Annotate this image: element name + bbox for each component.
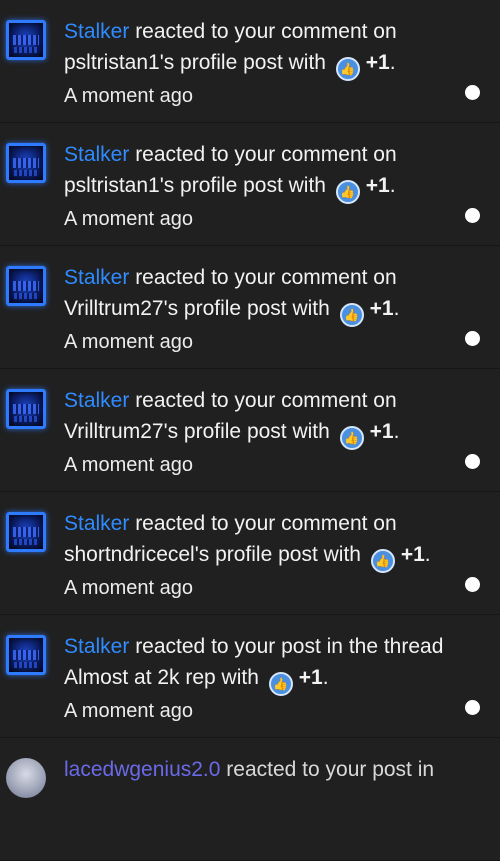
like-thumb-icon: 👍 bbox=[339, 303, 364, 327]
notification-item[interactable]: lacedwgenius2.0 reacted to your post in bbox=[0, 738, 500, 861]
like-thumb-icon: 👍 bbox=[335, 180, 360, 204]
timestamp: A moment ago bbox=[64, 331, 193, 353]
notification-text: Stalker ˈ reacted to your comment on shor… bbox=[64, 508, 480, 603]
reaction-label: +1 bbox=[298, 666, 323, 689]
username-link[interactable]: Stalker ˈ bbox=[64, 143, 129, 166]
notification-text: Stalker ˈ reacted to your comment on Vril… bbox=[64, 385, 480, 480]
timestamp: A moment ago bbox=[64, 700, 193, 722]
like-thumb-icon: 👍 bbox=[370, 549, 395, 573]
unread-indicator[interactable] bbox=[465, 454, 480, 469]
unread-indicator[interactable] bbox=[465, 577, 480, 592]
username-link[interactable]: Stalker ˈ bbox=[64, 512, 129, 535]
notification-item[interactable]: Stalker ˈ reacted to your comment on Vril… bbox=[0, 246, 500, 369]
username-link[interactable]: lacedwgenius2.0 bbox=[64, 758, 220, 781]
timestamp: A moment ago bbox=[64, 208, 193, 230]
reaction-label: +1 bbox=[365, 174, 390, 197]
reaction-label: +1 bbox=[369, 297, 394, 320]
like-thumb-icon: 👍 bbox=[268, 672, 293, 696]
unread-indicator[interactable] bbox=[465, 208, 480, 223]
timestamp: A moment ago bbox=[64, 577, 193, 599]
username-link[interactable]: Stalker ˈ bbox=[64, 20, 129, 43]
avatar[interactable] bbox=[6, 389, 46, 429]
reaction-label: +1 bbox=[400, 543, 425, 566]
username-link[interactable]: Stalker ˈ bbox=[64, 635, 129, 658]
notification-text: Stalker ˈ reacted to your comment on Vril… bbox=[64, 262, 480, 357]
avatar[interactable] bbox=[6, 512, 46, 552]
avatar[interactable] bbox=[6, 266, 46, 306]
notification-item[interactable]: Stalker ˈ reacted to your comment on shor… bbox=[0, 492, 500, 615]
notification-list: Stalker ˈ reacted to your comment on pslt… bbox=[0, 0, 500, 861]
timestamp: A moment ago bbox=[64, 85, 193, 107]
notification-item[interactable]: Stalker ˈ reacted to your post in the thr… bbox=[0, 615, 500, 738]
like-thumb-icon: 👍 bbox=[339, 426, 364, 450]
avatar[interactable] bbox=[6, 758, 46, 798]
like-thumb-icon: 👍 bbox=[335, 57, 360, 81]
notification-item[interactable]: Stalker ˈ reacted to your comment on Vril… bbox=[0, 369, 500, 492]
reaction-label: +1 bbox=[365, 51, 390, 74]
reaction-label: +1 bbox=[369, 420, 394, 443]
username-link[interactable]: Stalker ˈ bbox=[64, 266, 129, 289]
unread-indicator[interactable] bbox=[465, 85, 480, 100]
avatar[interactable] bbox=[6, 20, 46, 60]
notification-item[interactable]: Stalker ˈ reacted to your comment on pslt… bbox=[0, 123, 500, 246]
unread-indicator[interactable] bbox=[465, 331, 480, 346]
notification-text: Stalker ˈ reacted to your post in the thr… bbox=[64, 631, 480, 726]
notification-item[interactable]: Stalker ˈ reacted to your comment on pslt… bbox=[0, 0, 500, 123]
notification-text: Stalker ˈ reacted to your comment on pslt… bbox=[64, 139, 480, 234]
timestamp: A moment ago bbox=[64, 454, 193, 476]
notification-text: Stalker ˈ reacted to your comment on pslt… bbox=[64, 16, 480, 111]
avatar[interactable] bbox=[6, 635, 46, 675]
unread-indicator[interactable] bbox=[465, 700, 480, 715]
notification-text: lacedwgenius2.0 reacted to your post in bbox=[64, 758, 435, 781]
username-link[interactable]: Stalker ˈ bbox=[64, 389, 129, 412]
avatar[interactable] bbox=[6, 143, 46, 183]
